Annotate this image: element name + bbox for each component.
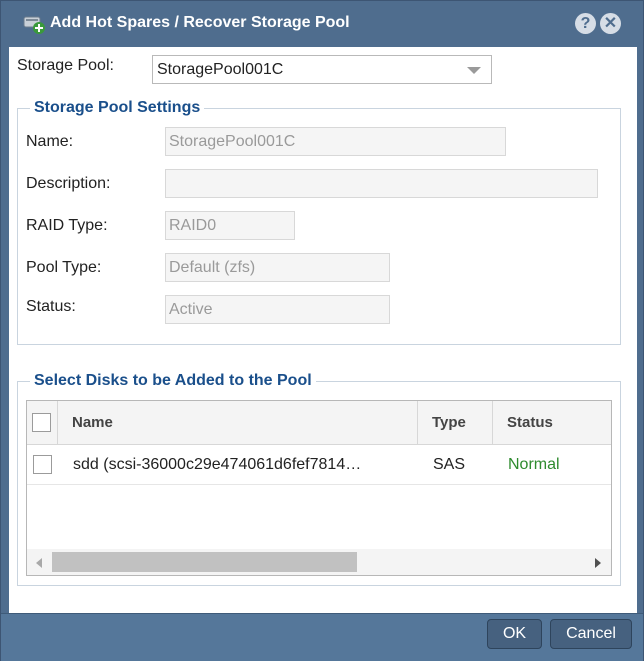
header-checkbox-cell [27,401,58,445]
help-icon[interactable]: ? [575,13,596,34]
close-icon[interactable]: ✕ [600,13,621,34]
select-disks-legend: Select Disks to be Added to the Pool [34,372,312,389]
dialog-window: Add Hot Spares / Recover Storage Pool ? … [0,0,644,661]
dialog-body: Storage Pool: StoragePool001C Storage Po… [9,47,637,613]
disk-name-cell: sdd (scsi-36000c29e474061d6fef7814… [73,456,362,473]
pool-type-label: Pool Type: [26,259,102,276]
disk-type-cell: SAS [433,456,466,473]
scroll-right-icon[interactable] [595,558,601,568]
cancel-button[interactable]: Cancel [550,619,632,649]
table-row[interactable]: sdd (scsi-36000c29e474061d6fef7814… SAS … [27,445,611,485]
column-header-name[interactable]: Name [58,401,418,445]
status-field[interactable]: Active [165,295,390,324]
dialog-title: Add Hot Spares / Recover Storage Pool [50,14,350,31]
grid-header: Name Type Status [27,401,611,445]
name-label: Name: [26,133,74,150]
disk-status-cell: Normal [508,456,560,473]
horizontal-scrollbar[interactable] [27,549,611,575]
title-bar[interactable]: Add Hot Spares / Recover Storage Pool ? … [1,1,643,47]
storage-pool-add-icon [23,14,47,36]
name-field[interactable]: StoragePool001C [165,127,506,156]
select-all-checkbox[interactable] [32,413,51,432]
scrollbar-thumb[interactable] [52,552,357,572]
status-label: Status: [26,298,76,315]
description-field[interactable] [165,169,598,198]
ok-button[interactable]: OK [487,619,542,649]
column-header-type[interactable]: Type [418,401,493,445]
dialog-footer: OK Cancel [1,613,643,661]
storage-pool-label: Storage Pool: [17,57,114,74]
disks-grid: Name Type Status sdd (scsi-36000c29e4740… [26,400,612,576]
column-header-status[interactable]: Status [493,401,611,445]
raid-type-label: RAID Type: [26,217,108,234]
raid-type-field[interactable]: RAID0 [165,211,295,240]
scroll-left-icon[interactable] [36,558,42,568]
chevron-down-icon[interactable] [467,67,481,74]
description-label: Description: [26,175,111,192]
pool-type-field[interactable]: Default (zfs) [165,253,390,282]
storage-pool-select[interactable]: StoragePool001C [152,55,492,84]
storage-pool-select-value: StoragePool001C [157,61,284,78]
storage-pool-settings-legend: Storage Pool Settings [34,99,201,116]
row-checkbox[interactable] [33,455,52,474]
